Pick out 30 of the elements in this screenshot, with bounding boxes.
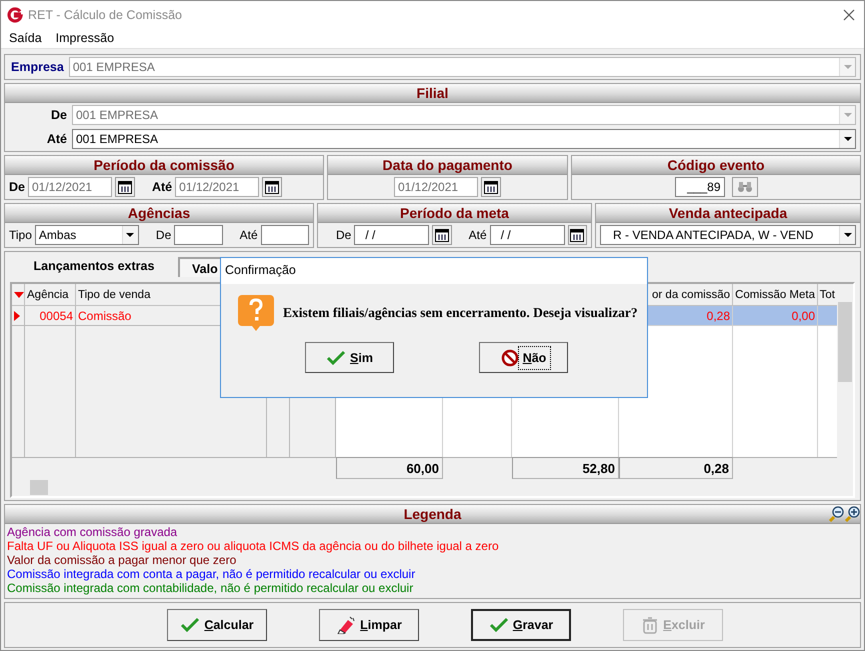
table-cell: 00054 (25, 306, 76, 326)
field-label: De (156, 228, 172, 242)
panel-header: Legenda (404, 504, 462, 524)
total-cell: 0,28 (619, 457, 733, 479)
legend-item: Agência com comissão gravada (7, 525, 178, 539)
field-label: De (9, 180, 25, 194)
field-label: De (336, 228, 352, 242)
window-title: RET - Cálculo de Comissão (28, 8, 183, 22)
total-cell: 52,80 (512, 457, 619, 479)
panel-header: Período da comissão (5, 156, 323, 175)
dialog-title: Confirmação (221, 258, 647, 284)
table-cell: 0,00 (733, 306, 818, 326)
panel-header: Período da meta (318, 204, 591, 223)
legend-item: Comissão integrada com conta a pagar, não é permitido recalcular ou excluir (7, 567, 416, 581)
legend-item: Falta UF ou Aliquota ISS igual a zero ou aliquota ICMS da agência ou do bilhete igual a zero (7, 539, 500, 553)
field-label: Até (468, 228, 487, 242)
field-label: Até (152, 180, 172, 194)
panel-header: Agências (5, 204, 313, 223)
panel-header: Data do pagamento (328, 156, 567, 175)
legend-item: Comissão integrada com contabilidade, não é permitido recalcular ou excluir (7, 581, 414, 595)
panel-header: Código evento (572, 156, 860, 175)
panel-header: Venda antecipada (596, 204, 860, 223)
field-label: Tipo (9, 228, 32, 242)
field-label: Empresa (10, 60, 65, 74)
panel-header: Filial (5, 84, 860, 103)
field-label: Até (240, 228, 258, 242)
legend-item: Valor da comissão a pagar menor que zero (7, 553, 238, 567)
field-label: Até (46, 132, 68, 146)
total-cell: 60,00 (336, 457, 443, 479)
field-label: De (50, 108, 68, 122)
